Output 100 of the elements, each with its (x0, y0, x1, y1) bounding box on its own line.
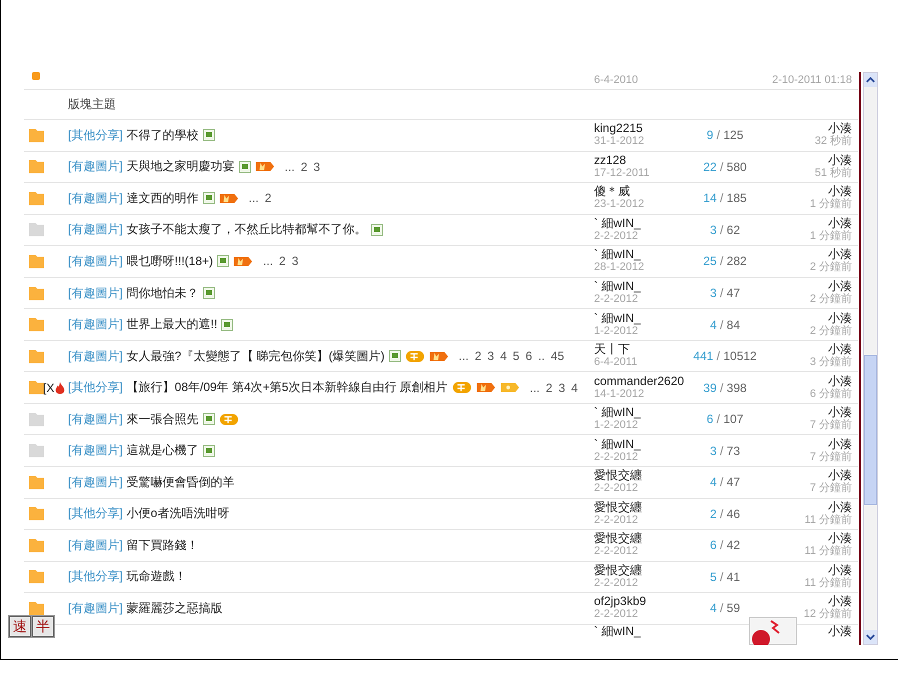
category-link[interactable]: [有趣圖片] (68, 600, 123, 617)
scroll-down-icon[interactable] (864, 630, 877, 644)
author-name[interactable]: 愛恨交纏 (594, 532, 690, 546)
page-link[interactable]: ... (458, 349, 469, 364)
thread-title[interactable]: 喂乜嘢呀!!!(18+) (126, 252, 214, 270)
author-name[interactable]: of2jp3kb9 (594, 595, 690, 608)
page-link[interactable]: 2 (300, 160, 308, 174)
last-poster-name[interactable]: 小湊 (828, 154, 852, 167)
page-link[interactable]: ... (530, 380, 540, 395)
category-link[interactable]: [有趣圖片] (68, 474, 123, 491)
category-link[interactable]: [有趣圖片] (68, 536, 123, 554)
view-count: 282 (726, 254, 747, 268)
thread-title[interactable]: 蒙羅麗莎之惡搞版 (126, 600, 223, 617)
ime-key[interactable]: 半 (32, 616, 54, 637)
category-link[interactable]: [有趣圖片] (68, 348, 123, 365)
last-poster-name[interactable]: 小湊 (828, 374, 852, 388)
page-link[interactable]: .. (538, 349, 545, 364)
author-name[interactable]: ` 細wIN_ (594, 280, 690, 293)
author-name[interactable]: 愛恨交纏 (594, 469, 690, 482)
author-name[interactable]: 愛恨交纏 (594, 500, 690, 514)
category-link[interactable]: [有趣圖片] (68, 410, 123, 428)
thread-title[interactable]: 受驚嚇便會昏倒的羊 (126, 474, 235, 491)
last-poster-name[interactable]: 小湊 (828, 280, 852, 293)
last-poster-name[interactable]: 小湊 (828, 312, 852, 325)
thread-title[interactable]: 女人最強?『太變態了【 睇完包你笑】(爆笑圖片) (126, 348, 385, 365)
thread-title[interactable]: 這就是心機了 (126, 442, 199, 460)
category-link[interactable]: [其他分享] (68, 126, 123, 144)
page-link[interactable]: 3 (292, 254, 298, 268)
page-link[interactable]: ... (284, 160, 295, 174)
view-count: 84 (726, 318, 740, 332)
view-count: 10512 (723, 349, 757, 364)
last-poster-name[interactable]: 小湊 (828, 564, 852, 577)
category-link[interactable]: [有趣圖片] (68, 221, 123, 238)
count-separator: / (720, 506, 724, 521)
scrollbar[interactable] (863, 72, 878, 645)
page-link[interactable]: 45 (550, 349, 564, 364)
view-count: 41 (726, 570, 740, 584)
last-poster-name[interactable]: 小湊 (828, 185, 852, 198)
thread-title[interactable]: 小便o者洗唔洗咁呀 (126, 505, 230, 522)
page-link[interactable]: 5 (512, 349, 520, 364)
author-name[interactable]: 傻＊威 (594, 185, 690, 198)
author-name[interactable]: ` 細wIN_ (594, 248, 690, 262)
last-poster-name[interactable]: 小湊 (828, 532, 852, 546)
page-link[interactable]: 2 (279, 254, 286, 268)
page-link[interactable]: 2 (264, 191, 272, 206)
author-name[interactable]: ` 細wIN_ (594, 406, 690, 420)
author-name[interactable]: commander2620 (594, 374, 690, 388)
last-poster-name[interactable]: 小湊 (828, 438, 852, 451)
thread-title[interactable]: 女孩子不能太瘦了，不然丘比特都幫不了你。 (126, 221, 367, 238)
post-date: 2-2-2012 (594, 576, 640, 590)
page-link[interactable]: 4 (571, 380, 578, 395)
thread-title[interactable]: 達文西的明作 (126, 190, 199, 207)
last-poster-name[interactable]: 小湊 (828, 343, 852, 356)
last-poster-name[interactable]: 小湊 (828, 595, 852, 608)
image-icon (202, 413, 215, 426)
thread-title[interactable]: 【旅行】08年/09年 第4次+第5次日本新幹線自由行 原創相片 (126, 379, 448, 396)
category-link[interactable]: [有趣圖片] (68, 284, 123, 302)
thread-title[interactable]: 不得了的學校 (126, 126, 199, 144)
ime-key[interactable]: 速 (9, 616, 31, 637)
category-link[interactable]: [有趣圖片] (68, 190, 123, 207)
author-name[interactable]: ` 細wIN_ (594, 438, 690, 451)
page-link[interactable]: 3 (487, 349, 494, 364)
category-link[interactable]: [有趣圖片] (68, 316, 123, 334)
author-name[interactable]: king2215 (594, 122, 690, 136)
page-link[interactable]: 2 (474, 349, 482, 364)
last-poster-name[interactable]: 小湊 (828, 122, 852, 136)
author-name[interactable]: 天丨下 (594, 343, 690, 356)
thread-title[interactable]: 天與地之家明慶功宴 (126, 158, 235, 176)
scroll-up-icon[interactable] (864, 73, 877, 87)
author-name[interactable]: ` 細wIN_ (594, 624, 690, 638)
last-poster-name[interactable]: 小湊 (828, 248, 852, 262)
post-date: 14-1-2012 (594, 388, 646, 401)
last-poster-name[interactable]: 小湊 (828, 469, 852, 482)
category-link[interactable]: [其他分享] (68, 379, 123, 396)
last-poster-name[interactable]: 小湊 (828, 624, 852, 638)
category-link[interactable]: [其他分享] (68, 505, 123, 522)
author-name[interactable]: zz128 (594, 154, 690, 167)
page-link[interactable]: ... (248, 191, 259, 206)
last-poster-name[interactable]: 小湊 (828, 406, 852, 420)
thread-title[interactable]: 玩命遊戲！ (126, 568, 187, 586)
last-poster-name[interactable]: 小湊 (828, 216, 852, 230)
category-link[interactable]: [有趣圖片] (68, 252, 123, 270)
thread-title[interactable]: 世界上最大的遮!! (126, 316, 218, 334)
page-link[interactable]: 3 (313, 160, 320, 174)
thread-title[interactable]: 問你地怕未？ (126, 284, 199, 302)
page-link[interactable]: 6 (525, 349, 532, 364)
page-link[interactable]: 4 (500, 349, 507, 364)
page-link[interactable]: 3 (558, 380, 566, 395)
category-link[interactable]: [有趣圖片] (68, 442, 123, 460)
thread-title[interactable]: 來一張合照先 (126, 410, 199, 428)
page-link[interactable]: 2 (546, 380, 552, 395)
thread-title[interactable]: 留下買路錢！ (126, 536, 199, 554)
last-poster-name[interactable]: 小湊 (828, 500, 852, 514)
category-link[interactable]: [有趣圖片] (68, 158, 123, 176)
scrollbar-thumb[interactable] (864, 355, 877, 505)
author-name[interactable]: ` 細wIN_ (594, 312, 690, 325)
category-link[interactable]: [其他分享] (68, 568, 123, 586)
author-name[interactable]: 愛恨交纏 (594, 564, 690, 577)
page-link[interactable]: ... (263, 254, 274, 268)
author-name[interactable]: ` 細wIN_ (594, 216, 690, 230)
